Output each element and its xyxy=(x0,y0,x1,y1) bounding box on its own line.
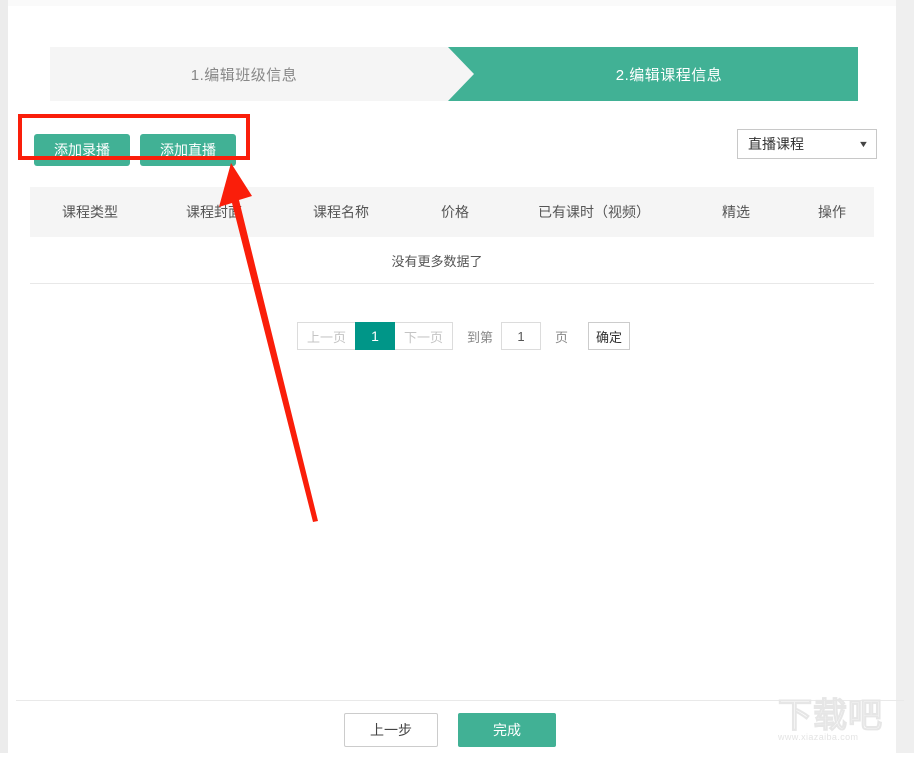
table-empty-state-text: 没有更多数据了 xyxy=(391,253,483,269)
add-recorded-course-button[interactable]: 添加录播 xyxy=(34,134,130,166)
pagination-next-button[interactable]: 下一页 xyxy=(395,322,453,350)
pagination-goto-suffix: 页 xyxy=(555,329,569,345)
column-header-existing-lessons: 已有课时（视频） xyxy=(538,204,650,220)
step-1-label: 1.编辑班级信息 xyxy=(190,66,298,84)
course-table: 课程类型 课程封面 课程名称 价格 已有课时（视频） 精选 操作 没有更多数据了 xyxy=(30,187,874,284)
chevron-down-icon: ▼ xyxy=(857,138,870,149)
pagination-page-1[interactable]: 1 xyxy=(355,322,395,350)
window-left-gutter xyxy=(0,0,8,753)
window-right-gutter xyxy=(896,0,914,753)
pagination-confirm-button[interactable]: 确定 xyxy=(588,322,631,350)
course-toolbar: 添加录播 添加直播 直播课程 ▼ xyxy=(8,124,896,176)
column-header-course-cover: 课程封面 xyxy=(186,204,242,220)
column-header-course-type: 课程类型 xyxy=(62,204,118,220)
pagination-goto-input[interactable] xyxy=(501,322,542,350)
prev-step-button[interactable]: 上一步 xyxy=(344,713,438,747)
column-header-actions: 操作 xyxy=(818,204,846,220)
step-edit-class-info[interactable]: 1.编辑班级信息 xyxy=(50,47,492,101)
page-frame: 1.编辑班级信息 2.编辑课程信息 添加录播 添加直播 直播课程 ▼ 课程类型 … xyxy=(0,0,914,753)
pagination: 上一页 1 下一页 到第 页 确定 xyxy=(297,322,631,350)
finish-button[interactable]: 完成 xyxy=(458,713,556,747)
step-edit-course-info[interactable]: 2.编辑课程信息 xyxy=(448,47,858,101)
table-empty-state: 没有更多数据了 xyxy=(30,237,874,284)
column-header-featured: 精选 xyxy=(722,204,750,220)
step-breadcrumb: 1.编辑班级信息 2.编辑课程信息 xyxy=(50,47,858,101)
pagination-prev-button[interactable]: 上一页 xyxy=(297,322,355,350)
step-chevron-notch xyxy=(448,47,474,101)
table-header-row: 课程类型 课程封面 课程名称 价格 已有课时（视频） 精选 操作 xyxy=(30,187,874,237)
step-2-label: 2.编辑课程信息 xyxy=(615,66,723,84)
column-header-price: 价格 xyxy=(441,204,469,220)
course-type-select[interactable]: 直播课程 ▼ xyxy=(737,129,877,159)
add-live-course-button[interactable]: 添加直播 xyxy=(140,134,236,166)
main-content: 1.编辑班级信息 2.编辑课程信息 添加录播 添加直播 直播课程 ▼ 课程类型 … xyxy=(8,6,904,753)
pagination-goto-prefix: 到第 xyxy=(467,329,494,345)
footer-actions: 上一步 完成 xyxy=(8,701,896,759)
course-type-select-value: 直播课程 xyxy=(748,136,804,152)
column-header-course-name: 课程名称 xyxy=(313,204,369,220)
